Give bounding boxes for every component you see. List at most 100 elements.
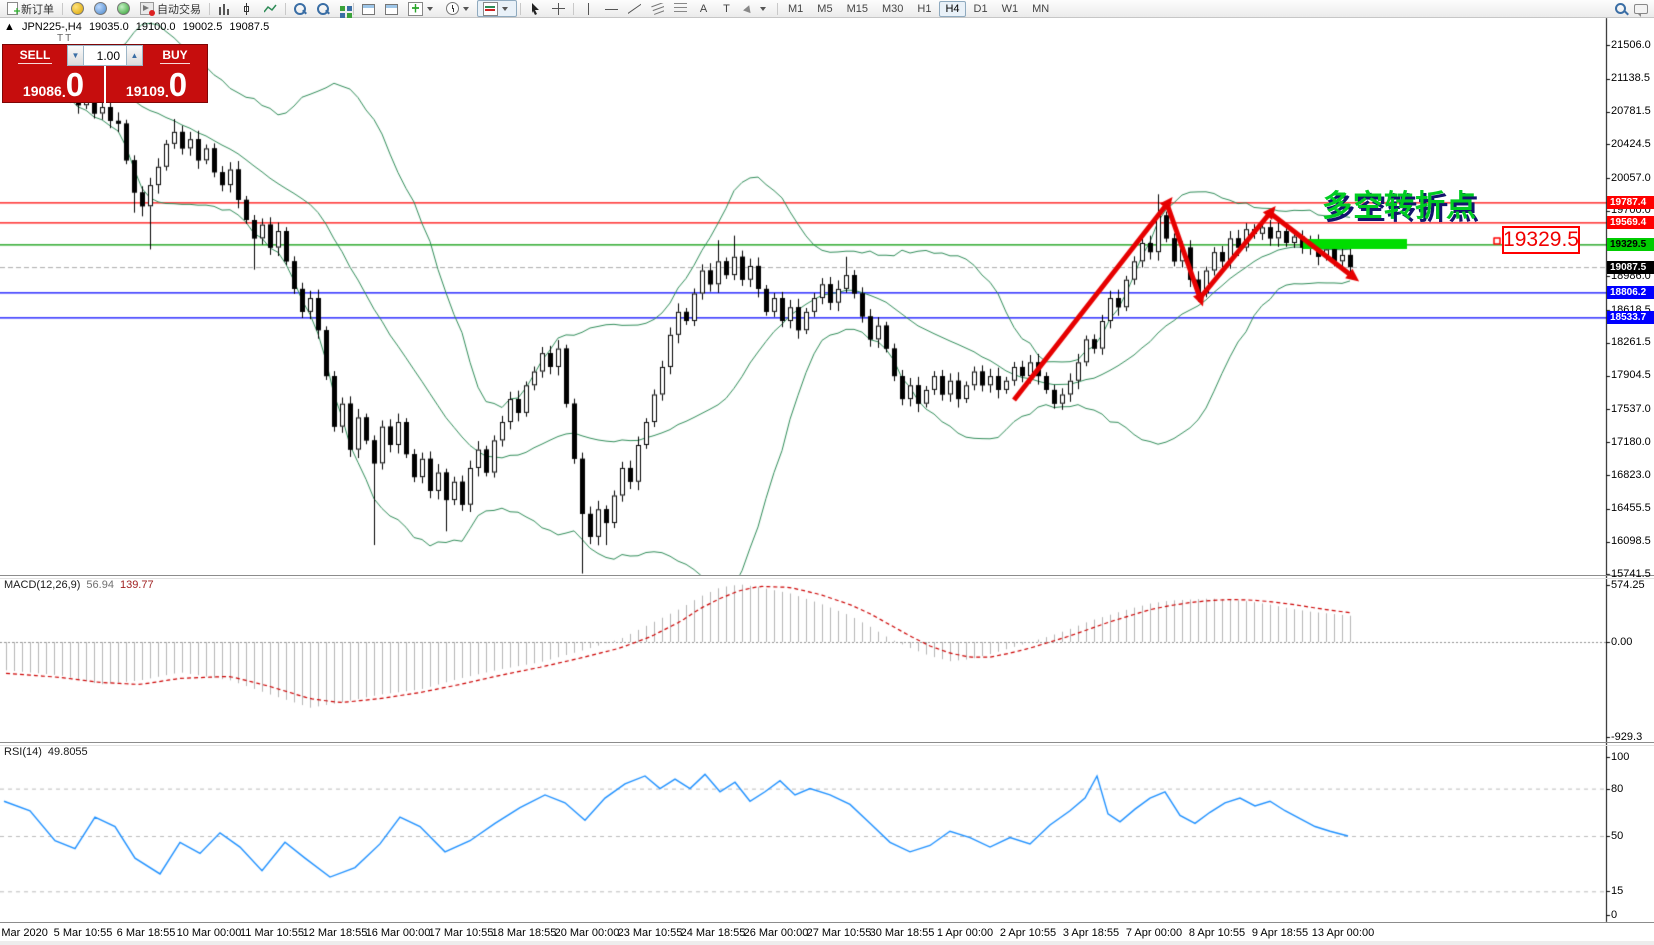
horizontal-line-icon bbox=[605, 3, 618, 15]
zoom-in-icon bbox=[294, 3, 307, 15]
timeframe-mn[interactable]: MN bbox=[1026, 1, 1055, 17]
timeframe-m5[interactable]: M5 bbox=[811, 1, 838, 17]
bar-chart-button[interactable] bbox=[213, 1, 236, 16]
macd-scale-label: 0.00 bbox=[1611, 636, 1632, 648]
tile-windows-button[interactable] bbox=[335, 1, 350, 16]
profile-button[interactable] bbox=[66, 1, 89, 16]
toolbar-separator bbox=[209, 3, 210, 15]
zoom-out-icon bbox=[317, 3, 330, 15]
chat-icon[interactable] bbox=[1634, 4, 1648, 14]
zoom-out-button[interactable] bbox=[312, 1, 335, 16]
turning-point-annotation[interactable]: 多空转折点 bbox=[1322, 181, 1477, 225]
date-label: 12 Mar 18:55 bbox=[303, 927, 368, 939]
date-label: 11 Mar 10:55 bbox=[240, 927, 304, 939]
community-icon bbox=[94, 2, 107, 15]
signals-icon bbox=[117, 2, 130, 15]
collapse-triangle-icon[interactable]: ▲ bbox=[4, 21, 15, 33]
crosshair-tool-button[interactable] bbox=[547, 1, 570, 16]
arrange-windows-button[interactable] bbox=[380, 1, 403, 16]
volume-decrease-button[interactable]: ▼ bbox=[67, 45, 84, 66]
price-tick-label: 20424.5 bbox=[1611, 138, 1651, 150]
autotrade-icon bbox=[140, 2, 154, 15]
timeframe-m30[interactable]: M30 bbox=[876, 1, 909, 17]
one-click-prices-row: 19086.0 19109.0 bbox=[3, 66, 207, 104]
arrows-tool-icon bbox=[743, 3, 756, 15]
tile-windows-icon bbox=[340, 6, 345, 11]
channel-icon bbox=[674, 3, 687, 15]
toolbar-separator bbox=[353, 3, 354, 15]
rsi-pane-separator[interactable] bbox=[0, 742, 1654, 746]
cursor-icon bbox=[529, 3, 542, 15]
timeframe-d1[interactable]: D1 bbox=[968, 1, 994, 17]
chart-high-value: 19100.0 bbox=[136, 21, 176, 33]
label-tool-icon: T bbox=[720, 3, 733, 15]
cursor-tool-button[interactable] bbox=[524, 1, 547, 16]
price-tick-label: 17180.0 bbox=[1611, 436, 1651, 448]
new-order-icon bbox=[7, 2, 18, 15]
line-chart-button[interactable] bbox=[259, 1, 282, 16]
hline-price-label: 19329.5 bbox=[1607, 238, 1654, 251]
candlestick-icon bbox=[241, 3, 254, 15]
vertical-line-tool-button[interactable] bbox=[577, 1, 600, 16]
buy-price[interactable]: 19109.0 bbox=[106, 66, 207, 104]
macd-signal-value: 139.77 bbox=[120, 579, 154, 591]
toolbar-separator bbox=[777, 3, 778, 15]
hline-price-label: 18806.2 bbox=[1607, 286, 1654, 299]
timeframe-h4[interactable]: H4 bbox=[939, 1, 965, 17]
channel-tool-button[interactable] bbox=[669, 1, 692, 16]
buy-button[interactable]: BUY bbox=[143, 45, 207, 66]
macd-value: 56.94 bbox=[86, 579, 114, 591]
price-callout-box[interactable]: 19329.5 bbox=[1502, 226, 1580, 254]
signals-button[interactable] bbox=[112, 1, 135, 16]
timeframe-h1[interactable]: H1 bbox=[911, 1, 937, 17]
autotrade-button[interactable]: 自动交易 bbox=[135, 1, 206, 16]
timeframe-w1[interactable]: W1 bbox=[996, 1, 1025, 17]
date-label: 24 Mar 18:55 bbox=[681, 927, 746, 939]
chevron-down-icon bbox=[463, 7, 469, 11]
date-label: 6 Mar 18:55 bbox=[117, 927, 176, 939]
window-bottom-edge bbox=[0, 941, 1654, 945]
sell-button[interactable]: SELL bbox=[3, 45, 67, 66]
volume-increase-button[interactable]: ▲ bbox=[126, 45, 143, 66]
zoom-in-button[interactable] bbox=[289, 1, 312, 16]
fibonacci-icon bbox=[651, 3, 664, 15]
toolbar-separator bbox=[573, 3, 574, 15]
main-chart-canvas[interactable] bbox=[0, 0, 1654, 945]
text-tool-button[interactable]: A bbox=[692, 1, 715, 16]
label-tool-button[interactable]: T bbox=[715, 1, 738, 16]
price-tick-label: 20781.5 bbox=[1611, 105, 1651, 117]
trendline-tool-button[interactable] bbox=[623, 1, 646, 16]
price-tick-label: 21506.0 bbox=[1611, 39, 1651, 51]
volume-input[interactable] bbox=[84, 45, 126, 66]
horizontal-line-tool-button[interactable] bbox=[600, 1, 623, 16]
macd-caption: MACD(12,26,9) 56.94 139.77 bbox=[4, 579, 160, 591]
price-tick-label: 16823.0 bbox=[1611, 469, 1651, 481]
macd-pane-separator[interactable] bbox=[0, 575, 1654, 579]
autotrade-label: 自动交易 bbox=[157, 1, 201, 17]
cascade-windows-button[interactable] bbox=[357, 1, 380, 16]
date-label: 2 Apr 10:55 bbox=[1000, 927, 1056, 939]
macd-name: MACD(12,26,9) bbox=[4, 579, 80, 591]
indicators-button[interactable] bbox=[477, 0, 517, 17]
new-order-button[interactable]: 新订单 bbox=[0, 1, 59, 16]
profile-icon bbox=[71, 2, 84, 15]
toolbar-separator bbox=[285, 3, 286, 15]
vertical-line-icon bbox=[582, 3, 595, 15]
period-menu-button[interactable] bbox=[441, 1, 477, 16]
fibonacci-tool-button[interactable] bbox=[646, 1, 669, 16]
one-click-top-row: SELL ▼ ▲ BUY bbox=[3, 45, 207, 66]
search-icon[interactable] bbox=[1615, 3, 1626, 14]
timeframe-m1[interactable]: M1 bbox=[782, 1, 809, 17]
one-click-trading-panel: SELL ▼ ▲ BUY 19086.0 19109.0 bbox=[2, 44, 208, 103]
arrows-tool-button[interactable] bbox=[738, 1, 774, 16]
new-chart-button[interactable] bbox=[403, 1, 441, 16]
sell-price[interactable]: 19086.0 bbox=[3, 66, 104, 104]
candlestick-chart-button[interactable] bbox=[236, 1, 259, 16]
chart-close-value: 19087.5 bbox=[229, 21, 269, 33]
timeframe-m15[interactable]: M15 bbox=[841, 1, 874, 17]
price-tick-label: 17537.0 bbox=[1611, 403, 1651, 415]
community-button[interactable] bbox=[89, 1, 112, 16]
date-label: 3 Apr 18:55 bbox=[1063, 927, 1119, 939]
date-label: 17 Mar 10:55 bbox=[429, 927, 494, 939]
mt4-terminal-window: 新订单 自动交易 bbox=[0, 0, 1654, 945]
